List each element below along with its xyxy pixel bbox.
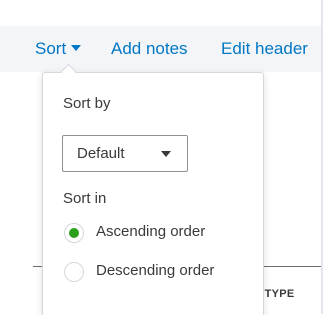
page-top-area — [0, 0, 323, 26]
sort-button-label: Sort — [35, 39, 67, 58]
radio-selected-icon[interactable] — [64, 223, 84, 243]
descending-order-label: Descending order — [96, 262, 215, 279]
sort-button[interactable]: Sort — [35, 39, 82, 59]
radio-unselected-icon[interactable] — [64, 262, 84, 282]
sort-in-label: Sort in — [63, 190, 107, 207]
sort-by-select[interactable]: Default — [62, 135, 188, 172]
sort-by-label: Sort by — [63, 95, 111, 112]
caret-down-icon — [71, 45, 82, 51]
radio-dot — [69, 228, 79, 238]
edit-header-link[interactable]: Edit header — [221, 39, 308, 59]
ascending-order-label: Ascending order — [96, 223, 206, 240]
chevron-down-icon — [161, 151, 171, 157]
add-notes-link[interactable]: Add notes — [111, 39, 188, 59]
sort-by-selected-value: Default — [77, 145, 125, 162]
